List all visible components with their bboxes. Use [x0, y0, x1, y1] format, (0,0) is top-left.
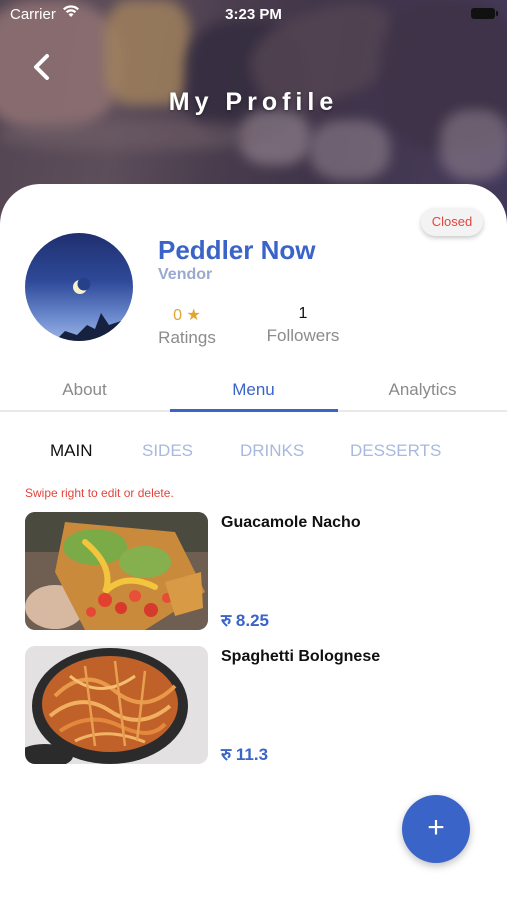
ratings-value: 0 ★ [173, 307, 201, 324]
page-title: My Profile [168, 88, 339, 116]
tab-analytics[interactable]: Analytics [338, 378, 507, 413]
tab-menu[interactable]: Menu [169, 378, 338, 413]
item-name: Spaghetti Bolognese [221, 648, 381, 665]
followers-label: Followers [266, 326, 340, 345]
clock: 3:23 PM [225, 6, 282, 23]
chevron-left-icon [34, 54, 49, 80]
status-badge[interactable]: Closed [421, 208, 483, 236]
category-drinks[interactable]: DRINKS [240, 441, 304, 461]
followers-stat[interactable]: 1 Followers [262, 305, 344, 346]
food-photo [25, 646, 208, 764]
item-price: रु 11.3 [221, 745, 269, 764]
menu-item[interactable]: Spaghetti Bolognese रु 11.3 [25, 646, 495, 764]
add-item-button[interactable]: + [402, 795, 470, 863]
battery-icon [471, 8, 498, 19]
item-name: Guacamole Nacho [221, 514, 361, 531]
plus-icon: + [427, 811, 445, 844]
status-bar: Carrier 3:23 PM [0, 0, 507, 28]
night-mountain-image [55, 277, 133, 341]
tab-about[interactable]: About [0, 378, 169, 413]
category-main[interactable]: MAIN [50, 441, 93, 461]
vendor-role: Vendor [158, 266, 213, 283]
active-tab-indicator [170, 409, 338, 412]
category-desserts[interactable]: DESSERTS [350, 441, 441, 461]
ratings-label: Ratings [158, 328, 216, 347]
food-photo [25, 512, 208, 630]
profile-tabs: About Menu Analytics [0, 378, 507, 413]
item-price: रु 8.25 [221, 611, 269, 630]
ratings-stat[interactable]: 0 ★ Ratings [150, 305, 224, 348]
category-sides[interactable]: SIDES [142, 441, 193, 461]
swipe-hint: Swipe right to edit or delete. [25, 486, 174, 500]
avatar[interactable] [25, 233, 133, 341]
vendor-name: Peddler Now [158, 235, 316, 265]
menu-item[interactable]: Guacamole Nacho रु 8.25 [25, 512, 495, 630]
back-button[interactable] [28, 52, 58, 82]
followers-value: 1 [298, 305, 308, 322]
